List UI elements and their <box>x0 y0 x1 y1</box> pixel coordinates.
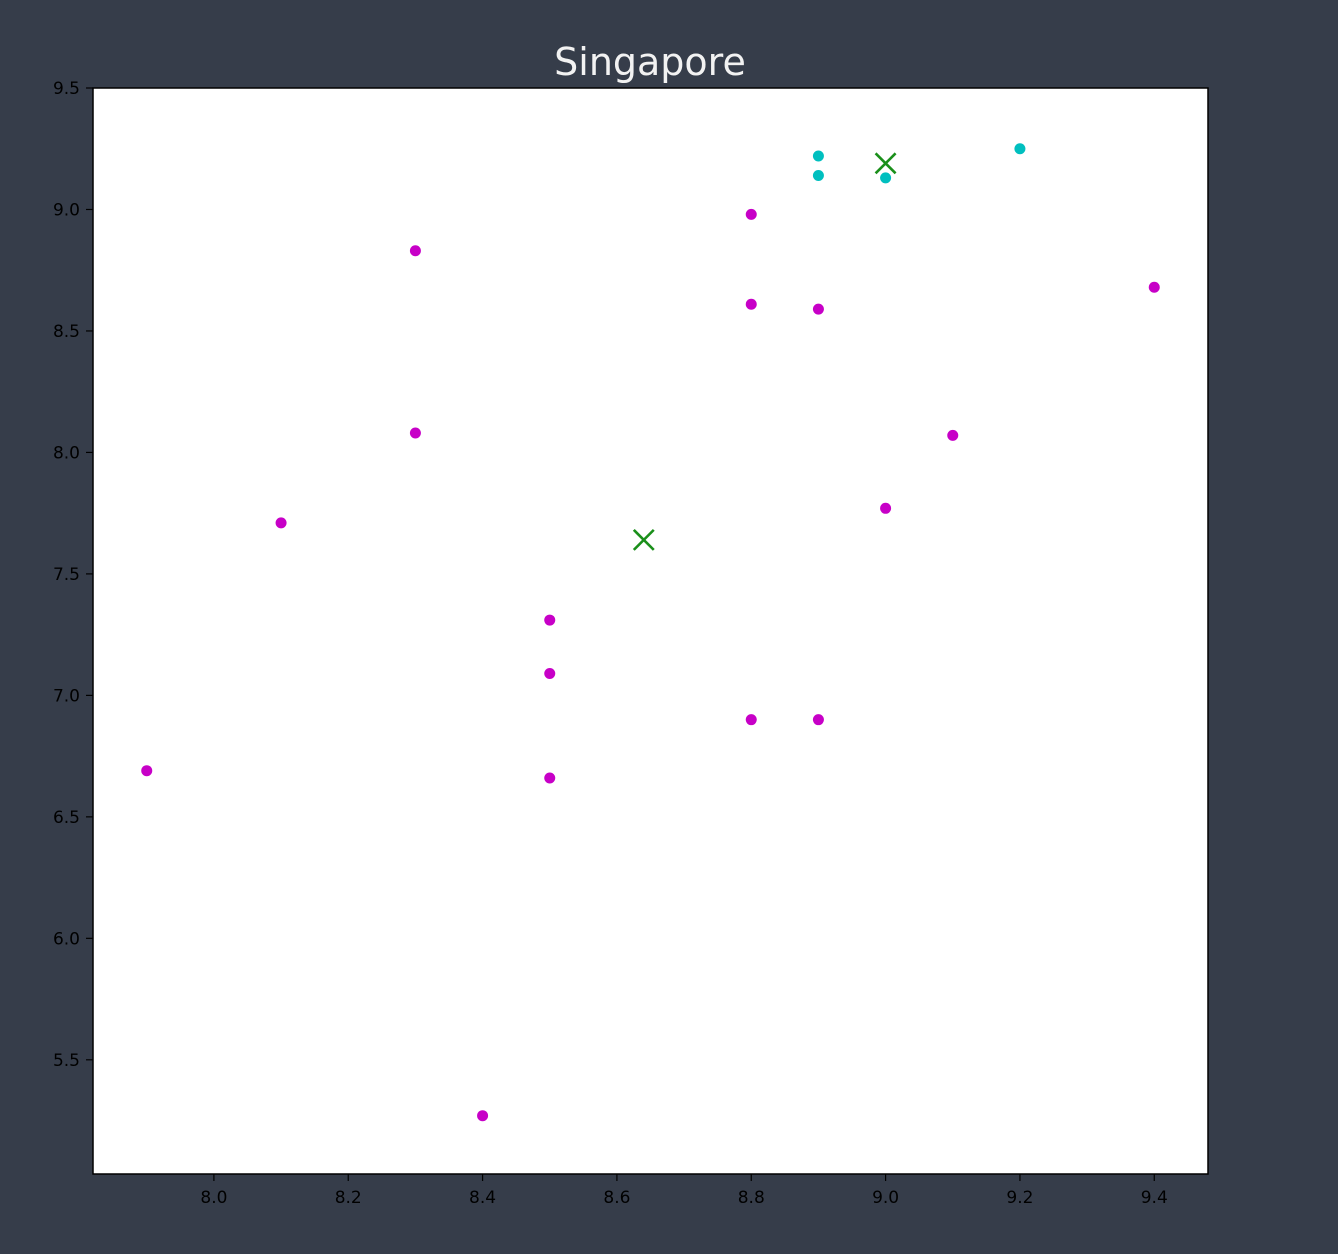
data-point-series-1 <box>544 772 556 784</box>
x-tick-label: 8.8 <box>738 1188 765 1208</box>
y-tick-label: 6.5 <box>53 808 80 828</box>
data-point-series-1 <box>880 502 892 514</box>
x-tick-label: 9.4 <box>1141 1188 1168 1208</box>
data-point-series-1 <box>1148 281 1160 293</box>
x-tick-label: 8.2 <box>335 1188 362 1208</box>
data-point-series-1 <box>745 714 757 726</box>
y-tick-label: 9.0 <box>53 200 80 220</box>
y-tick-label: 7.5 <box>53 565 80 585</box>
data-point-series-2 <box>812 150 824 162</box>
x-tick-label: 8.6 <box>603 1188 630 1208</box>
data-point-series-1 <box>544 668 556 680</box>
x-tick-label: 8.0 <box>200 1188 227 1208</box>
plot-area <box>92 87 1209 1175</box>
data-point-series-1 <box>812 714 824 726</box>
data-point-series-1 <box>409 427 421 439</box>
y-tick-label: 5.5 <box>53 1051 80 1071</box>
x-tick-label: 9.2 <box>1006 1188 1033 1208</box>
data-point-series-1 <box>275 517 287 529</box>
data-point-series-2 <box>812 169 824 181</box>
data-point-series-1 <box>745 298 757 310</box>
data-point-series-1 <box>477 1110 489 1122</box>
x-tick-label: 8.4 <box>469 1188 496 1208</box>
data-point-series-1 <box>745 208 757 220</box>
y-tick-label: 8.0 <box>53 443 80 463</box>
y-tick-label: 6.0 <box>53 929 80 949</box>
y-tick-label: 9.5 <box>53 79 80 99</box>
data-point-series-1 <box>409 245 421 257</box>
data-point-series-1 <box>812 303 824 315</box>
y-axis: 5.5 6.0 6.5 7.0 7.5 8.0 8.5 9.0 9.5 <box>53 79 93 1071</box>
x-axis: 8.0 8.2 8.4 8.6 8.8 9.0 9.2 9.4 <box>200 1174 1168 1208</box>
y-tick-label: 8.5 <box>53 322 80 342</box>
x-tick-label: 9.0 <box>872 1188 899 1208</box>
chart-title: Singapore <box>554 40 746 84</box>
scatter-chart: Singapore 8.0 8.2 8.4 8.6 8.8 9.0 9.2 9.4 5.5 6.… <box>53 40 1209 1208</box>
data-point-series-2 <box>1014 143 1026 155</box>
data-point-series-1 <box>141 765 153 777</box>
data-point-series-1 <box>947 429 959 441</box>
data-point-series-1 <box>544 614 556 626</box>
y-tick-label: 7.0 <box>53 686 80 706</box>
data-point-series-2 <box>880 172 892 184</box>
